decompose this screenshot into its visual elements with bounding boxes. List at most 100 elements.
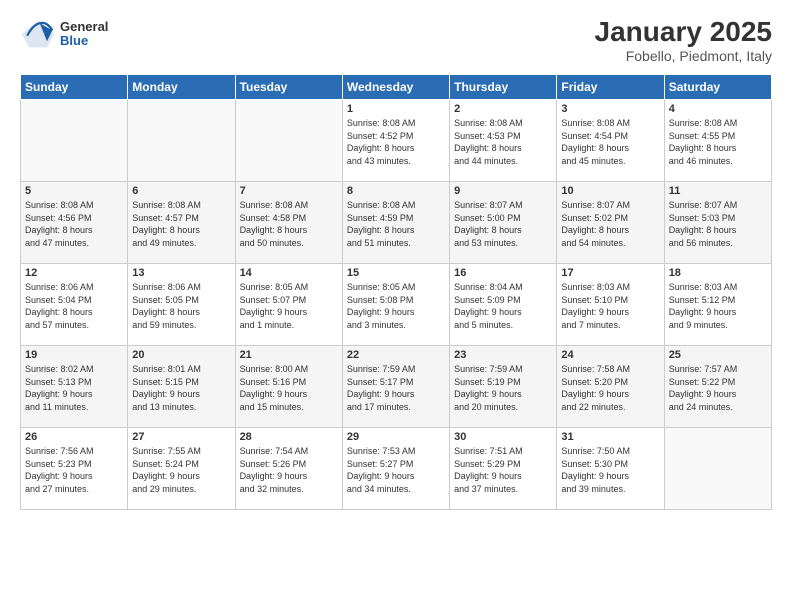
day-cell: 15 Sunrise: 8:05 AM Sunset: 5:08 PM Dayli…: [342, 264, 449, 346]
day-number: 13: [132, 267, 230, 279]
day-cell: 13 Sunrise: 8:06 AM Sunset: 5:05 PM Dayli…: [128, 264, 235, 346]
day-number: 29: [347, 431, 445, 443]
day-number: 4: [669, 103, 767, 115]
day-info: Sunrise: 8:07 AM Sunset: 5:02 PM Dayligh…: [561, 199, 659, 249]
day-info: Sunrise: 7:58 AM Sunset: 5:20 PM Dayligh…: [561, 363, 659, 413]
day-cell: 31 Sunrise: 7:50 AM Sunset: 5:30 PM Dayli…: [557, 428, 664, 510]
day-info: Sunrise: 7:54 AM Sunset: 5:26 PM Dayligh…: [240, 445, 338, 495]
day-cell: 19Sunrise: 8:02 AM Sunset: 5:13 PM Dayli…: [21, 346, 128, 428]
logo-blue: Blue: [60, 34, 108, 48]
day-cell: [235, 100, 342, 182]
day-number: 12: [25, 267, 123, 279]
day-cell: 9Sunrise: 8:07 AM Sunset: 5:00 PM Daylig…: [450, 182, 557, 264]
day-cell: 26Sunrise: 7:56 AM Sunset: 5:23 PM Dayli…: [21, 428, 128, 510]
title-block: January 2025 Fobello, Piedmont, Italy: [595, 16, 772, 64]
week-row-3: 12 Sunrise: 8:06 AM Sunset: 5:04 PM Dayli…: [21, 264, 772, 346]
day-cell: [21, 100, 128, 182]
day-number: 14: [240, 267, 338, 279]
day-info: Sunrise: 8:08 AM Sunset: 4:55 PM Dayligh…: [669, 117, 767, 167]
header-cell-tuesday: Tuesday: [235, 75, 342, 100]
day-info: Sunrise: 8:05 AM Sunset: 5:07 PM Dayligh…: [240, 281, 338, 331]
day-cell: 28 Sunrise: 7:54 AM Sunset: 5:26 PM Dayli…: [235, 428, 342, 510]
day-info: Sunrise: 8:08 AM Sunset: 4:57 PM Dayligh…: [132, 199, 230, 249]
day-info: Sunrise: 8:04 AM Sunset: 5:09 PM Dayligh…: [454, 281, 552, 331]
day-cell: 25 Sunrise: 7:57 AM Sunset: 5:22 PM Dayli…: [664, 346, 771, 428]
calendar-title: January 2025: [595, 16, 772, 48]
day-number: 9: [454, 185, 552, 197]
day-cell: 16 Sunrise: 8:04 AM Sunset: 5:09 PM Dayli…: [450, 264, 557, 346]
day-number: 22: [347, 349, 445, 361]
day-cell: 12 Sunrise: 8:06 AM Sunset: 5:04 PM Dayli…: [21, 264, 128, 346]
header-cell-friday: Friday: [557, 75, 664, 100]
day-number: 28: [240, 431, 338, 443]
day-number: 20: [132, 349, 230, 361]
day-number: 15: [347, 267, 445, 279]
day-info: Sunrise: 8:08 AM Sunset: 4:59 PM Dayligh…: [347, 199, 445, 249]
day-info: Sunrise: 8:08 AM Sunset: 4:58 PM Dayligh…: [240, 199, 338, 249]
week-row-1: 1 Sunrise: 8:08 AM Sunset: 4:52 PM Daylig…: [21, 100, 772, 182]
day-cell: 22Sunrise: 7:59 AM Sunset: 5:17 PM Dayli…: [342, 346, 449, 428]
day-number: 31: [561, 431, 659, 443]
day-info: Sunrise: 8:08 AM Sunset: 4:52 PM Dayligh…: [347, 117, 445, 167]
day-info: Sunrise: 7:51 AM Sunset: 5:29 PM Dayligh…: [454, 445, 552, 495]
day-info: Sunrise: 8:06 AM Sunset: 5:05 PM Dayligh…: [132, 281, 230, 331]
day-number: 10: [561, 185, 659, 197]
day-number: 27: [132, 431, 230, 443]
day-cell: 27Sunrise: 7:55 AM Sunset: 5:24 PM Dayli…: [128, 428, 235, 510]
day-number: 17: [561, 267, 659, 279]
header-cell-monday: Monday: [128, 75, 235, 100]
day-cell: [664, 428, 771, 510]
week-row-4: 19Sunrise: 8:02 AM Sunset: 5:13 PM Dayli…: [21, 346, 772, 428]
day-cell: 21Sunrise: 8:00 AM Sunset: 5:16 PM Dayli…: [235, 346, 342, 428]
logo: General Blue: [20, 16, 108, 52]
day-info: Sunrise: 8:06 AM Sunset: 5:04 PM Dayligh…: [25, 281, 123, 331]
day-info: Sunrise: 7:57 AM Sunset: 5:22 PM Dayligh…: [669, 363, 767, 413]
page: General Blue January 2025 Fobello, Piedm…: [0, 0, 792, 612]
day-number: 7: [240, 185, 338, 197]
day-info: Sunrise: 7:50 AM Sunset: 5:30 PM Dayligh…: [561, 445, 659, 495]
day-number: 6: [132, 185, 230, 197]
header: General Blue January 2025 Fobello, Piedm…: [20, 16, 772, 64]
day-number: 30: [454, 431, 552, 443]
logo-icon: [20, 16, 56, 52]
header-cell-thursday: Thursday: [450, 75, 557, 100]
day-number: 18: [669, 267, 767, 279]
day-number: 25: [669, 349, 767, 361]
day-number: 1: [347, 103, 445, 115]
day-info: Sunrise: 7:59 AM Sunset: 5:19 PM Dayligh…: [454, 363, 552, 413]
day-cell: 6 Sunrise: 8:08 AM Sunset: 4:57 PM Daylig…: [128, 182, 235, 264]
day-cell: 7 Sunrise: 8:08 AM Sunset: 4:58 PM Daylig…: [235, 182, 342, 264]
day-cell: 17 Sunrise: 8:03 AM Sunset: 5:10 PM Dayli…: [557, 264, 664, 346]
calendar-table: SundayMondayTuesdayWednesdayThursdayFrid…: [20, 74, 772, 510]
day-number: 24: [561, 349, 659, 361]
calendar-body: 1 Sunrise: 8:08 AM Sunset: 4:52 PM Daylig…: [21, 100, 772, 510]
week-row-2: 5Sunrise: 8:08 AM Sunset: 4:56 PM Daylig…: [21, 182, 772, 264]
day-number: 8: [347, 185, 445, 197]
day-cell: 11Sunrise: 8:07 AM Sunset: 5:03 PM Dayli…: [664, 182, 771, 264]
calendar-header: SundayMondayTuesdayWednesdayThursdayFrid…: [21, 75, 772, 100]
day-info: Sunrise: 7:53 AM Sunset: 5:27 PM Dayligh…: [347, 445, 445, 495]
day-cell: 3Sunrise: 8:08 AM Sunset: 4:54 PM Daylig…: [557, 100, 664, 182]
header-row: SundayMondayTuesdayWednesdayThursdayFrid…: [21, 75, 772, 100]
day-cell: 10 Sunrise: 8:07 AM Sunset: 5:02 PM Dayli…: [557, 182, 664, 264]
day-number: 23: [454, 349, 552, 361]
day-cell: [128, 100, 235, 182]
logo-general: General: [60, 20, 108, 34]
header-cell-sunday: Sunday: [21, 75, 128, 100]
logo-text: General Blue: [60, 20, 108, 49]
day-number: 26: [25, 431, 123, 443]
header-cell-wednesday: Wednesday: [342, 75, 449, 100]
day-number: 19: [25, 349, 123, 361]
day-number: 16: [454, 267, 552, 279]
day-number: 11: [669, 185, 767, 197]
day-cell: 5Sunrise: 8:08 AM Sunset: 4:56 PM Daylig…: [21, 182, 128, 264]
day-info: Sunrise: 8:05 AM Sunset: 5:08 PM Dayligh…: [347, 281, 445, 331]
day-cell: 20 Sunrise: 8:01 AM Sunset: 5:15 PM Dayli…: [128, 346, 235, 428]
day-info: Sunrise: 8:03 AM Sunset: 5:10 PM Dayligh…: [561, 281, 659, 331]
day-info: Sunrise: 8:01 AM Sunset: 5:15 PM Dayligh…: [132, 363, 230, 413]
header-cell-saturday: Saturday: [664, 75, 771, 100]
day-info: Sunrise: 8:08 AM Sunset: 4:56 PM Dayligh…: [25, 199, 123, 249]
day-info: Sunrise: 8:03 AM Sunset: 5:12 PM Dayligh…: [669, 281, 767, 331]
day-cell: 24 Sunrise: 7:58 AM Sunset: 5:20 PM Dayli…: [557, 346, 664, 428]
day-info: Sunrise: 8:00 AM Sunset: 5:16 PM Dayligh…: [240, 363, 338, 413]
